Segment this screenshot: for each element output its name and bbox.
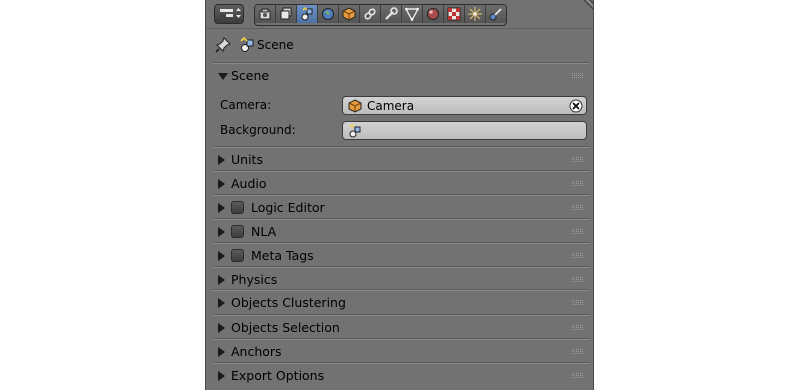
pin-icon[interactable] [215, 37, 231, 53]
panel-header-audio[interactable]: Audio [212, 172, 589, 196]
collapsed-triangle-icon [218, 323, 225, 333]
tab-modifiers[interactable] [381, 5, 402, 23]
collapsed-triangle-icon [218, 298, 225, 308]
scene-icon [240, 37, 254, 52]
camera-field[interactable]: Camera [342, 96, 587, 115]
panel-enable-checkbox[interactable] [231, 249, 244, 262]
context-path: Scene [206, 32, 593, 58]
panel-header-export-options[interactable]: Export Options [212, 364, 589, 388]
panel-drag-grip-icon[interactable] [572, 229, 584, 235]
tab-world[interactable] [318, 5, 339, 23]
render-layers-icon [280, 7, 292, 20]
constraints-icon [364, 8, 376, 20]
data-icon [405, 7, 419, 21]
clear-x-icon[interactable] [569, 99, 583, 113]
tab-object[interactable] [339, 5, 360, 23]
panel-header-anchors[interactable]: Anchors [212, 340, 589, 364]
tab-scene[interactable] [297, 5, 318, 23]
properties-context-tabs [254, 4, 507, 26]
panel-title: Anchors [231, 344, 282, 359]
panel-drag-grip-icon[interactable] [572, 181, 584, 187]
object-icon [342, 7, 356, 21]
tab-render-layers[interactable] [276, 5, 297, 23]
modifiers-icon [385, 7, 398, 20]
camera-field-value: Camera [367, 99, 415, 113]
panel-enable-checkbox[interactable] [231, 225, 244, 238]
particles-icon [468, 7, 482, 21]
panel-title: Objects Selection [231, 320, 340, 335]
panel-header-objects-clustering[interactable]: Objects Clustering [212, 291, 589, 315]
world-icon [322, 8, 334, 20]
panel-title: Scene [231, 68, 270, 83]
panel-drag-grip-icon[interactable] [572, 205, 584, 211]
camera-object-icon [348, 99, 362, 113]
collapsed-triangle-icon [218, 371, 225, 381]
panel-header-objects-selection[interactable]: Objects Selection [212, 316, 589, 340]
collapsed-triangle-icon [218, 227, 225, 237]
panel-header-units[interactable]: Units [212, 148, 589, 172]
panel-drag-grip-icon[interactable] [572, 325, 584, 331]
panel-title: Logic Editor [251, 200, 325, 215]
physics-icon [489, 8, 502, 21]
collapsed-triangle-icon [218, 251, 225, 261]
panel-header-scene[interactable]: Scene [212, 64, 589, 88]
panel-title: Export Options [231, 368, 325, 383]
properties-editor: Scene Scene Camera: Camera Background: U… [205, 0, 594, 390]
render-icon [259, 8, 271, 20]
scene-icon [349, 124, 361, 138]
panel-title: Audio [231, 176, 267, 191]
camera-label: Camera: [220, 98, 272, 112]
collapsed-triangle-icon [218, 275, 225, 285]
background-label: Background: [220, 123, 296, 137]
tab-constraints[interactable] [360, 5, 381, 23]
panel-drag-grip-icon[interactable] [572, 157, 584, 163]
expanded-triangle-icon [218, 73, 228, 80]
panel-drag-grip-icon[interactable] [572, 73, 584, 79]
panel-enable-checkbox[interactable] [231, 201, 244, 214]
panel-title: Meta Tags [251, 248, 314, 263]
scene-icon [301, 7, 313, 21]
panel-header-meta-tags[interactable]: Meta Tags [212, 244, 589, 268]
properties-editor-type-icon [220, 8, 241, 18]
panel-header-logic-editor[interactable]: Logic Editor [212, 196, 589, 220]
collapsed-triangle-icon [218, 347, 225, 357]
panel-header-nla[interactable]: NLA [212, 220, 589, 244]
collapsed-triangle-icon [218, 155, 225, 165]
tab-texture[interactable] [444, 5, 465, 23]
panel-drag-grip-icon[interactable] [572, 253, 584, 259]
editor-type-button[interactable] [214, 4, 244, 24]
panel-title: NLA [251, 224, 277, 239]
collapsed-triangle-icon [218, 179, 225, 189]
panel-title: Physics [231, 272, 278, 287]
tab-physics[interactable] [486, 5, 506, 23]
tab-render[interactable] [255, 5, 276, 23]
collapsed-triangle-icon [218, 203, 225, 213]
area-corner-grip-icon[interactable] [581, 0, 593, 12]
material-icon [427, 8, 439, 20]
panel-title: Units [231, 152, 263, 167]
panel-drag-grip-icon[interactable] [572, 349, 584, 355]
background-field[interactable] [342, 121, 587, 140]
texture-icon [447, 7, 461, 21]
panel-drag-grip-icon[interactable] [572, 373, 584, 379]
panel-drag-grip-icon[interactable] [572, 277, 584, 283]
tab-data[interactable] [402, 5, 423, 23]
panel-title: Objects Clustering [231, 295, 346, 310]
panel-drag-grip-icon[interactable] [572, 300, 584, 306]
tab-material[interactable] [423, 5, 444, 23]
properties-header [206, 0, 593, 29]
context-path-label: Scene [257, 38, 294, 52]
tab-particles[interactable] [465, 5, 486, 23]
